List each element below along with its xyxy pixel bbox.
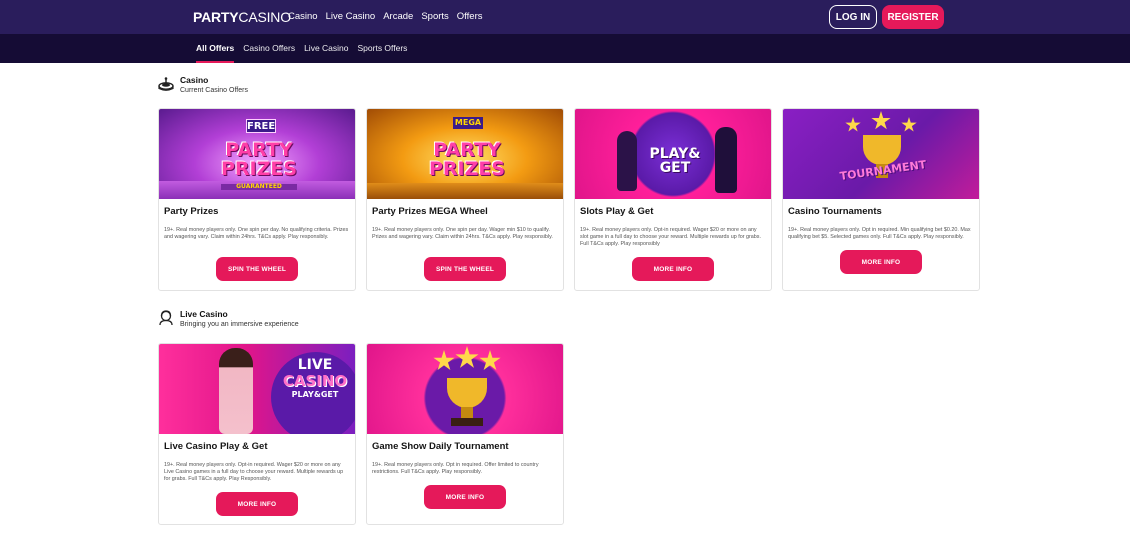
offer-card-game-show-tournament[interactable]: Game Show Daily Tournament 19+. Real mon… [366, 343, 564, 525]
card-terms: 19+. Real money players only. Opt-in req… [580, 227, 761, 248]
banner-casino-text: CASINO [282, 372, 348, 390]
spin-the-wheel-button[interactable]: SPIN THE WHEEL [424, 257, 506, 281]
card-terms: 19+. Real money players only. One spin p… [372, 227, 553, 241]
dealer-icon [159, 310, 173, 326]
star-icon [455, 346, 479, 368]
spin-the-wheel-button[interactable]: SPIN THE WHEEL [216, 257, 298, 281]
card-title: Party Prizes MEGA Wheel [372, 206, 488, 217]
more-info-button[interactable]: MORE INFO [424, 485, 506, 509]
tab-sports-offers[interactable]: Sports Offers [358, 43, 408, 53]
casino-section-title: Casino [180, 75, 209, 85]
banner-play-get-text: PLAY&GET [291, 390, 339, 399]
card-terms: 19+. Real money players only. Opt-in req… [164, 462, 344, 483]
slots-play-get-banner[interactable]: PLAY& GET [575, 109, 771, 199]
star-icon [433, 350, 455, 371]
dealer-figure [219, 348, 253, 434]
banner-mega-badge: MEGA [453, 117, 483, 129]
offer-card-casino-tournaments[interactable]: TOURNAMENT Casino Tournaments 19+. Real … [782, 108, 980, 291]
banner-party-prizes-text: PARTY PRIZES [220, 139, 298, 180]
card-title: Live Casino Play & Get [164, 441, 268, 452]
star-icon [901, 117, 917, 132]
dancer-figure-right [715, 127, 737, 193]
nav-offers[interactable]: Offers [457, 11, 483, 22]
star-icon [479, 350, 501, 371]
banner-guaranteed-text: GUARANTEED [221, 184, 297, 190]
card-terms: 19+. Real money players only. Opt in req… [788, 227, 971, 241]
login-button[interactable]: LOG IN [829, 5, 877, 29]
nav-live-casino[interactable]: Live Casino [326, 11, 376, 22]
tab-casino-offers[interactable]: Casino Offers [243, 43, 295, 53]
banner-live-text: LIVE [297, 357, 333, 373]
live-casino-section-subtitle: Bringing you an immersive experience [180, 321, 299, 328]
register-button[interactable]: REGISTER [882, 5, 944, 29]
nav-arcade[interactable]: Arcade [383, 11, 413, 22]
trophy-icon [447, 378, 487, 408]
more-info-button[interactable]: MORE INFO [840, 250, 922, 274]
party-prizes-banner[interactable]: FREE PARTY PRIZES GUARANTEED [159, 109, 355, 199]
nav-sports[interactable]: Sports [421, 11, 448, 22]
casino-section-subtitle: Current Casino Offers [180, 87, 248, 94]
live-casino-section-title: Live Casino [180, 309, 228, 319]
offer-card-party-prizes[interactable]: FREE PARTY PRIZES GUARANTEED Party Prize… [158, 108, 356, 291]
mega-wheel-banner[interactable]: MEGA PARTY PRIZES [367, 109, 563, 199]
banner-free-badge: FREE [246, 119, 276, 133]
main-nav: Casino Live Casino Arcade Sports Offers [288, 11, 483, 22]
card-title: Party Prizes [164, 206, 219, 217]
card-title: Casino Tournaments [788, 206, 882, 217]
banner-party-prizes-text: PARTY PRIZES [428, 139, 506, 180]
card-terms: 19+. Real money players only. Opt in req… [372, 462, 539, 476]
card-terms: 19+. Real money players only. One spin p… [164, 227, 349, 241]
trophy-icon [863, 135, 901, 165]
tab-all-offers[interactable]: All Offers [196, 43, 235, 63]
offers-subnav-bar: All Offers Casino Offers Live Casino Spo… [0, 34, 1130, 63]
offer-card-mega-wheel[interactable]: MEGA PARTY PRIZES Party Prizes MEGA Whee… [366, 108, 564, 291]
card-title: Game Show Daily Tournament [372, 441, 509, 452]
more-info-button[interactable]: MORE INFO [216, 492, 298, 516]
more-info-button[interactable]: MORE INFO [632, 257, 714, 281]
casino-section-header: Casino Current Casino Offers [158, 75, 248, 94]
nav-casino[interactable]: Casino [288, 11, 318, 22]
card-title: Slots Play & Get [580, 206, 654, 217]
offers-subnav: All Offers Casino Offers Live Casino Spo… [196, 43, 408, 63]
offer-card-live-casino-play-get[interactable]: LIVE CASINO PLAY&GET Live Casino Play & … [158, 343, 356, 525]
offer-card-slots-play-get[interactable]: PLAY& GET Slots Play & Get 19+. Real mon… [574, 108, 772, 291]
partycasino-logo[interactable]: PARTYCASINO [193, 9, 291, 25]
tournament-banner[interactable]: TOURNAMENT [783, 109, 979, 199]
dancer-figure-left [617, 131, 637, 191]
live-casino-banner[interactable]: LIVE CASINO PLAY&GET [159, 344, 355, 434]
banner-play-get-text: PLAY& GET [649, 146, 701, 176]
trophy-base [451, 418, 483, 426]
top-nav-bar: PARTYCASINO Casino Live Casino Arcade Sp… [0, 0, 1130, 34]
game-show-tournament-banner[interactable] [367, 344, 563, 434]
star-icon [845, 117, 861, 132]
tab-live-casino[interactable]: Live Casino [304, 43, 348, 53]
star-icon [871, 111, 891, 130]
roulette-icon [158, 77, 174, 91]
live-casino-section-header: Live Casino Bringing you an immersive ex… [158, 309, 299, 328]
